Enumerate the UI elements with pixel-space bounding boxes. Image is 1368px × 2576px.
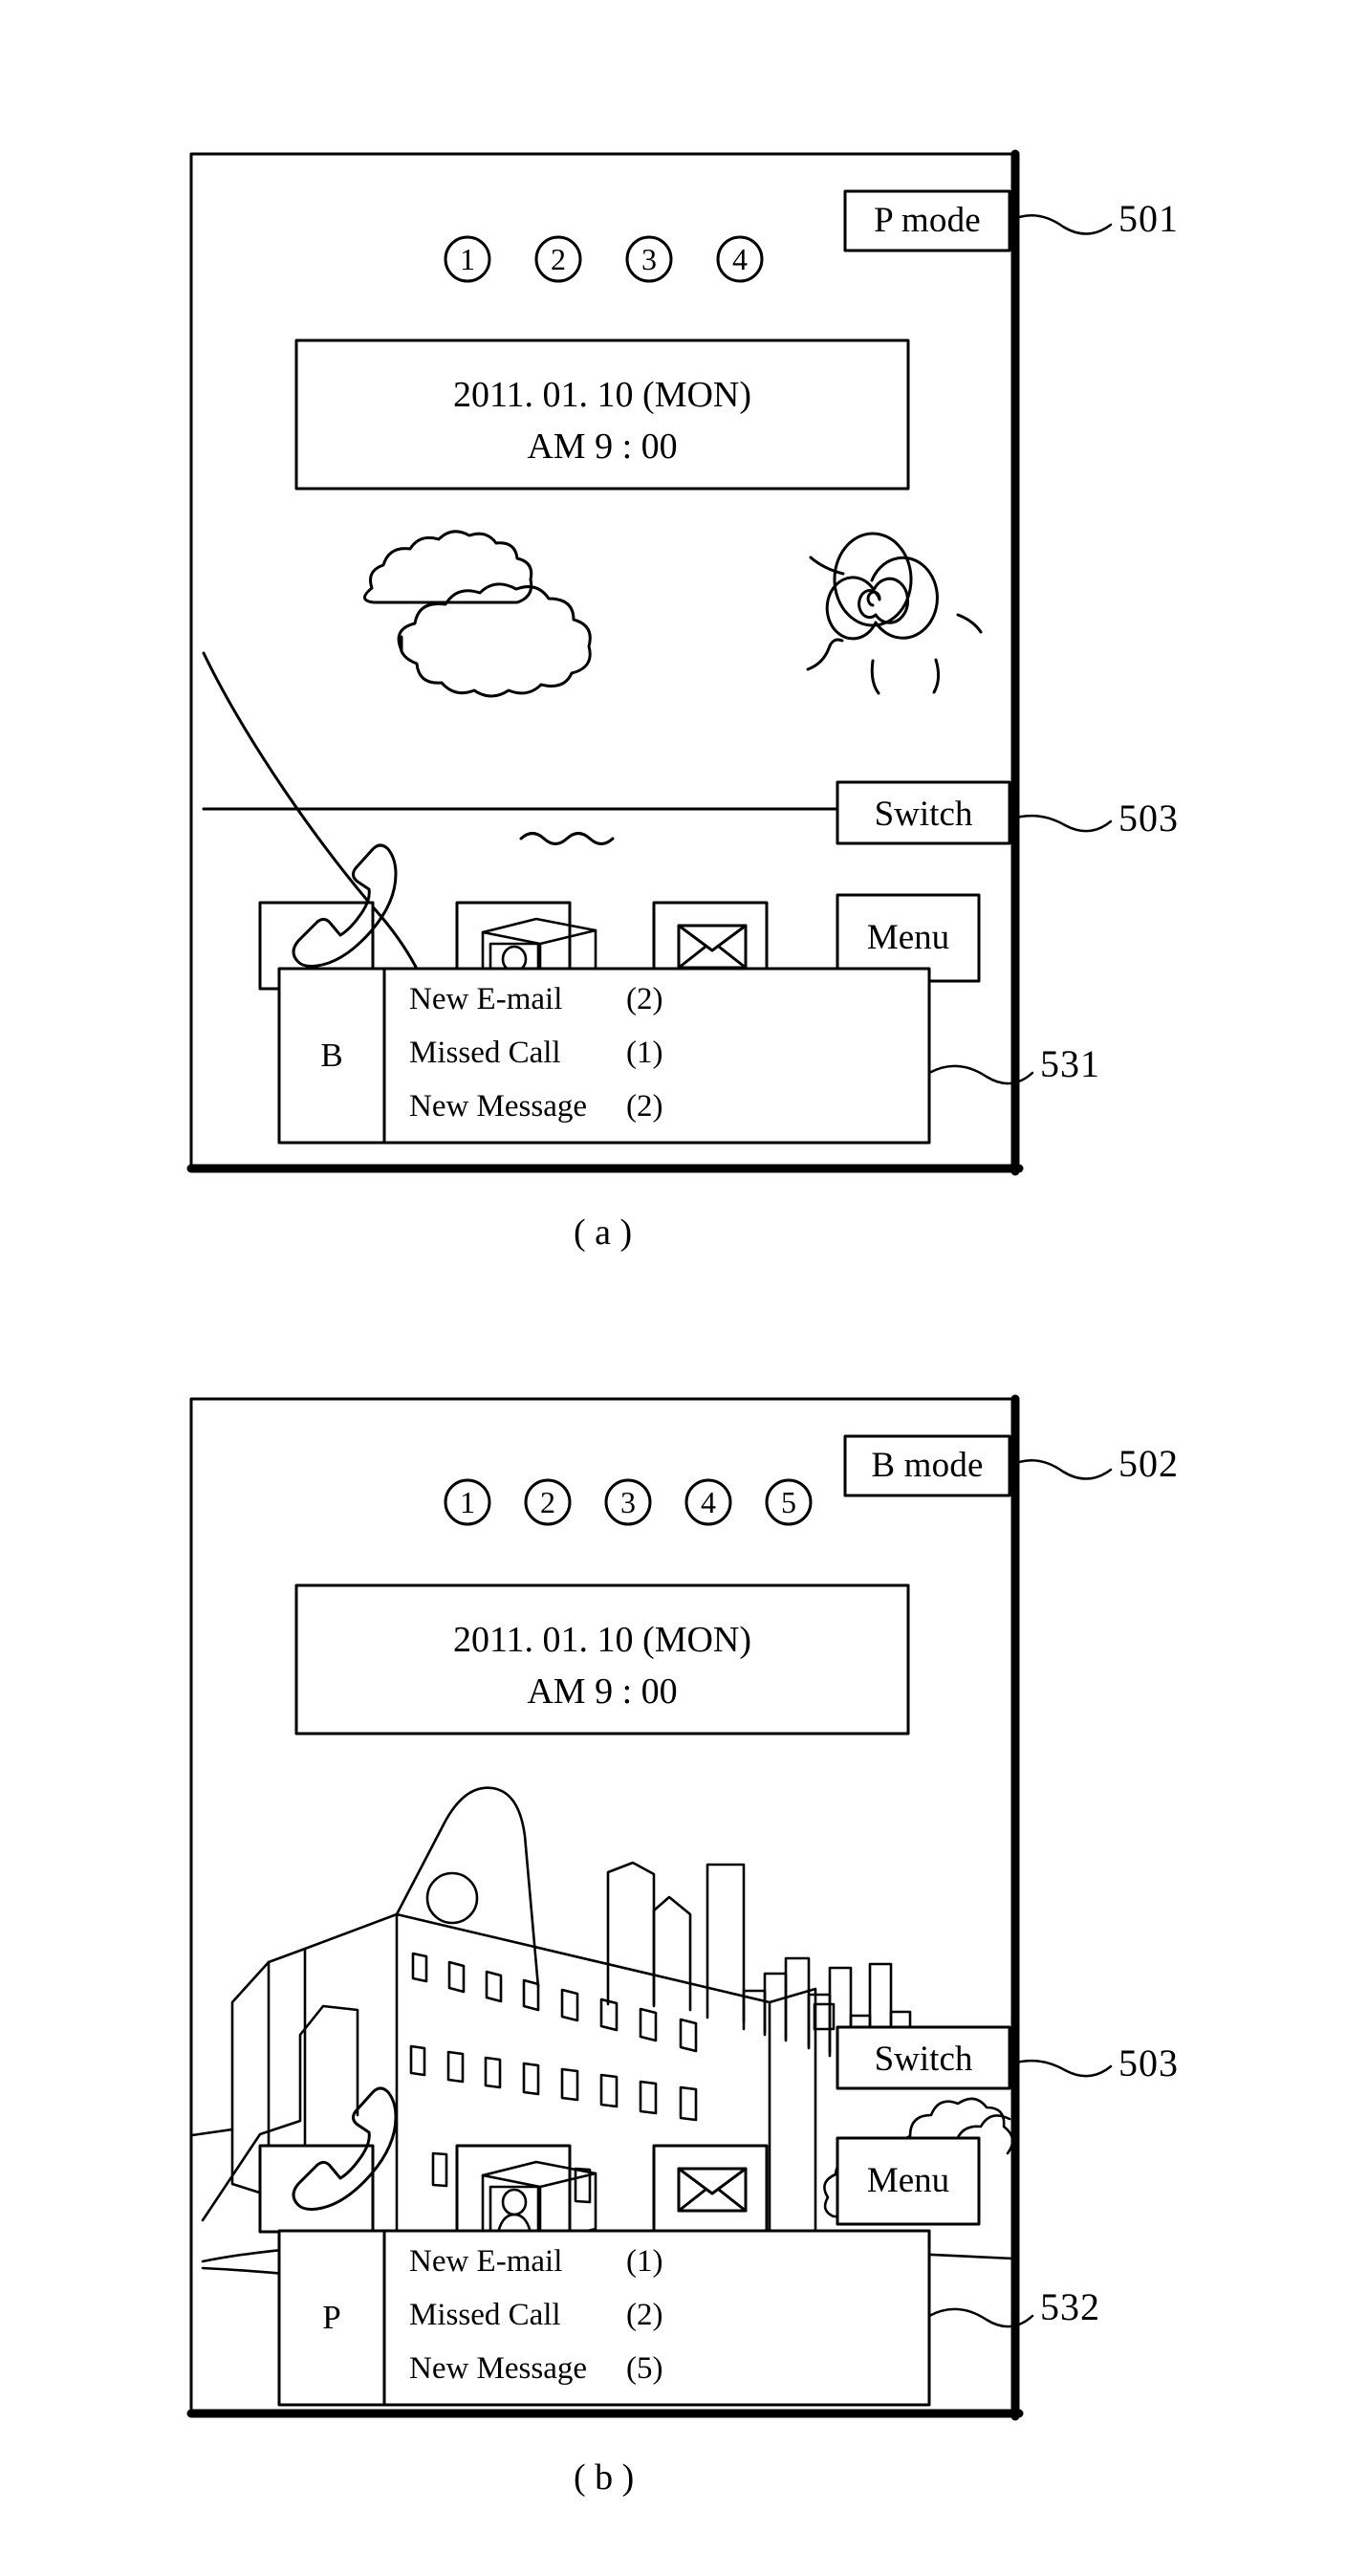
notification-row-count-2-a: (1)	[626, 1036, 663, 1070]
notification-row-count-2-b: (2)	[626, 2298, 663, 2332]
notification-badge-b: P	[322, 2299, 341, 2336]
date-text-a: 2011. 01. 10 (MON)	[452, 375, 752, 415]
reference-numeral-503-b: 503	[1118, 2041, 1179, 2085]
time-text-b: AM 9 : 00	[527, 1671, 678, 1712]
reference-numeral-531: 531	[1040, 1042, 1100, 1085]
reference-numeral-532: 532	[1040, 2285, 1100, 2328]
reference-numeral-501: 501	[1118, 197, 1179, 240]
page-indicator-2-b[interactable]: 2	[526, 1487, 570, 1517]
menu-button-label-a[interactable]: Menu	[837, 920, 979, 955]
menu-button-label-b[interactable]: Menu	[837, 2163, 979, 2198]
page-indicator-4-b[interactable]: 4	[686, 1487, 730, 1517]
page-indicator-3-a[interactable]: 3	[627, 244, 671, 274]
notification-row-count-1-a: (2)	[626, 982, 663, 1016]
mode-button-label-b[interactable]: B mode	[855, 1448, 1000, 1483]
notification-row-label-1-b[interactable]: New E-mail	[409, 2246, 562, 2278]
page-indicator-4-a[interactable]: 4	[718, 244, 762, 274]
notification-row-label-3-b[interactable]: New Message	[409, 2353, 587, 2385]
page-indicator-3-b[interactable]: 3	[606, 1487, 650, 1517]
switch-button-label-b[interactable]: Switch	[837, 2041, 1010, 2077]
notification-row-count-1-b: (1)	[626, 2244, 663, 2279]
figure-caption-a: ( a )	[574, 1212, 633, 1253]
time-text-a: AM 9 : 00	[527, 426, 678, 467]
mode-button-label-a[interactable]: P mode	[855, 203, 1000, 238]
notification-row-label-2-a[interactable]: Missed Call	[409, 1037, 561, 1069]
switch-button-label-a[interactable]: Switch	[837, 797, 1010, 832]
notification-row-count-3-b: (5)	[626, 2351, 663, 2386]
notification-row-label-1-a[interactable]: New E-mail	[409, 984, 562, 1015]
page-indicator-5-b[interactable]: 5	[767, 1487, 811, 1517]
page-indicator-1-b[interactable]: 1	[445, 1487, 489, 1517]
page-indicator-2-a[interactable]: 2	[536, 244, 580, 274]
notification-row-label-3-a[interactable]: New Message	[409, 1091, 587, 1123]
figure-caption-b: ( b )	[574, 2457, 635, 2498]
notification-row-count-3-a: (2)	[626, 1089, 663, 1124]
notification-row-label-2-b[interactable]: Missed Call	[409, 2300, 561, 2331]
patent-figure: P mode 501 1 2 3 4 2011. 01. 10 (MON) AM…	[0, 0, 1368, 2576]
reference-numeral-503-a: 503	[1118, 797, 1179, 840]
page-indicator-1-a[interactable]: 1	[445, 244, 489, 274]
notification-badge-a: B	[320, 1037, 343, 1074]
date-text-b: 2011. 01. 10 (MON)	[452, 1620, 752, 1660]
reference-numeral-502: 502	[1118, 1442, 1179, 1485]
